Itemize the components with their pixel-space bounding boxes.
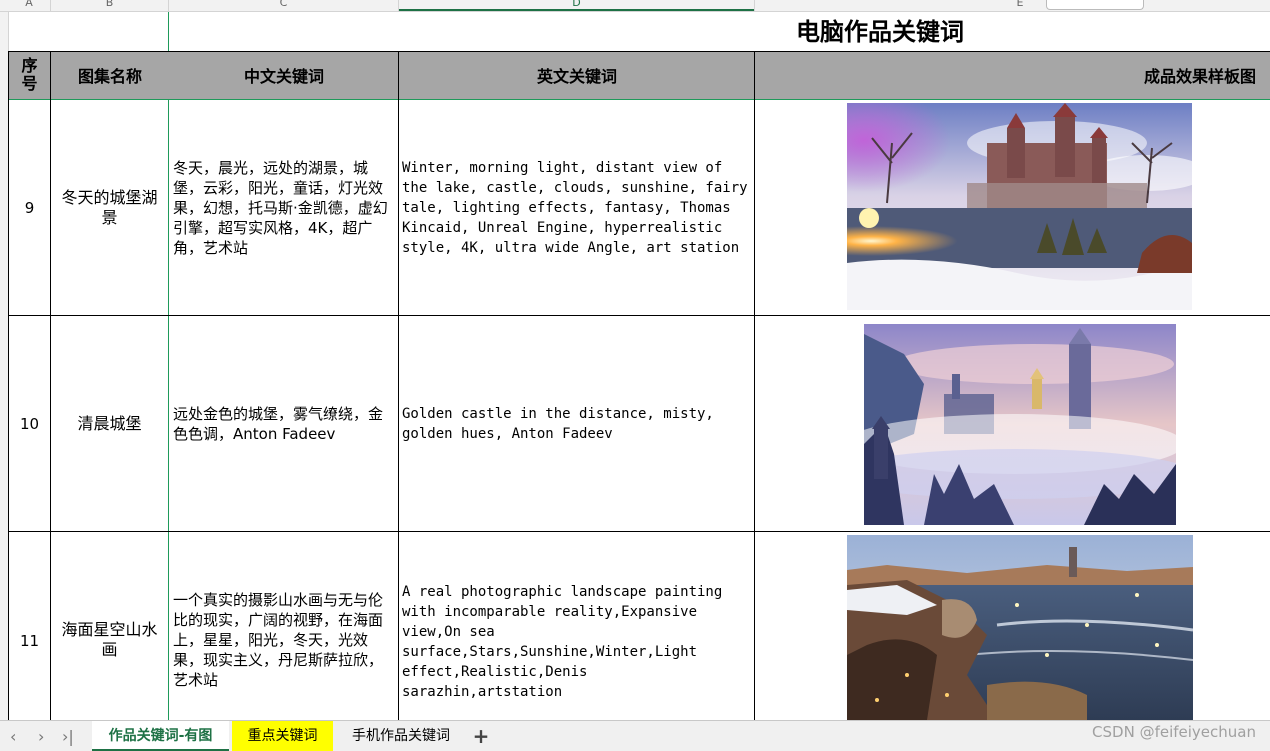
sea-landscape-illustration <box>847 535 1193 720</box>
album-name-cell[interactable]: 清晨城堡 <box>51 316 168 531</box>
sample-image-winter-castle[interactable] <box>847 103 1192 310</box>
header-sample-image[interactable]: 成品效果样板图 <box>755 51 1270 99</box>
header-seq[interactable]: 序号 <box>8 51 51 99</box>
album-name-cell[interactable]: 海面星空山水画 <box>51 532 168 720</box>
chinese-keywords-cell[interactable]: 冬天，晨光，远处的湖景，城堡，云彩，阳光，童话，灯光效果，幻想，托马斯·金凯德，… <box>169 100 398 315</box>
header-album-name[interactable]: 图集名称 <box>51 51 169 99</box>
tab-works-keywords-with-images[interactable]: 作品关键词-有图 <box>92 721 229 751</box>
column-header-a[interactable]: A <box>8 0 50 11</box>
csdn-watermark: CSDN @feifeiyechuan <box>1092 723 1256 741</box>
golden-castle-illustration <box>864 324 1176 525</box>
sample-image-golden-castle[interactable] <box>864 324 1176 525</box>
winter-castle-illustration <box>847 103 1192 310</box>
english-keywords-cell[interactable]: Golden castle in the distance, misty, go… <box>399 316 754 531</box>
column-width-tooltip <box>1046 0 1144 10</box>
chinese-keywords-text: 一个真实的摄影山水画与无与伦比的现实，广阔的视野，在海面上，星星，阳光，冬天，光… <box>173 591 384 689</box>
english-keywords-cell[interactable]: A real photographic landscape painting w… <box>399 532 754 720</box>
album-name-cell[interactable]: 冬天的城堡湖景 <box>51 100 168 315</box>
column-header-c[interactable]: C <box>169 0 398 11</box>
scroll-next-tab-button[interactable]: › <box>38 727 44 746</box>
grid-line <box>8 51 1270 52</box>
sample-image-sea-landscape[interactable] <box>847 535 1193 720</box>
tab-key-keywords[interactable]: 重点关键词 <box>232 721 333 751</box>
chinese-keywords-cell[interactable]: 远处金色的城堡，雾气缭绕，金色色调，Anton Fadeev <box>169 316 398 531</box>
row-number-text: 11 <box>19 632 40 650</box>
sheet-tabs-bar: ‹ › ›| 作品关键词-有图 重点关键词 手机作品关键词 + <box>0 720 1270 751</box>
grid-line <box>754 51 755 720</box>
english-keywords-cell[interactable]: Winter, morning light, distant view of t… <box>399 100 754 315</box>
row-number-cell[interactable]: 9 <box>9 100 50 315</box>
header-chinese-keywords[interactable]: 中文关键词 <box>169 51 399 99</box>
sheet-title[interactable]: 电脑作品关键词 <box>755 14 1005 50</box>
header-seq-char-1: 序 <box>21 56 38 75</box>
row-number-cell[interactable]: 10 <box>9 316 50 531</box>
row-number-cell[interactable]: 11 <box>9 532 50 720</box>
column-header-b[interactable]: B <box>51 0 168 11</box>
scroll-last-tab-button[interactable]: ›| <box>62 727 74 746</box>
column-header-e[interactable]: E <box>755 0 1270 11</box>
header-english-keywords[interactable]: 英文关键词 <box>399 51 755 99</box>
album-name-text: 海面星空山水画 <box>61 620 158 659</box>
add-sheet-button[interactable]: + <box>468 721 494 751</box>
column-header-d[interactable]: D <box>399 0 754 11</box>
chinese-keywords-cell[interactable]: 一个真实的摄影山水画与无与伦比的现实，广阔的视野，在海面上，星星，阳光，冬天，光… <box>169 532 398 720</box>
tab-mobile-works-keywords[interactable]: 手机作品关键词 <box>336 721 466 751</box>
scroll-first-tab-button[interactable]: ‹ <box>10 727 16 746</box>
english-keywords-text: A real photographic landscape painting w… <box>402 584 723 700</box>
header-seq-char-2: 号 <box>21 74 38 93</box>
column-header-bar: A B C D E <box>0 0 1270 12</box>
